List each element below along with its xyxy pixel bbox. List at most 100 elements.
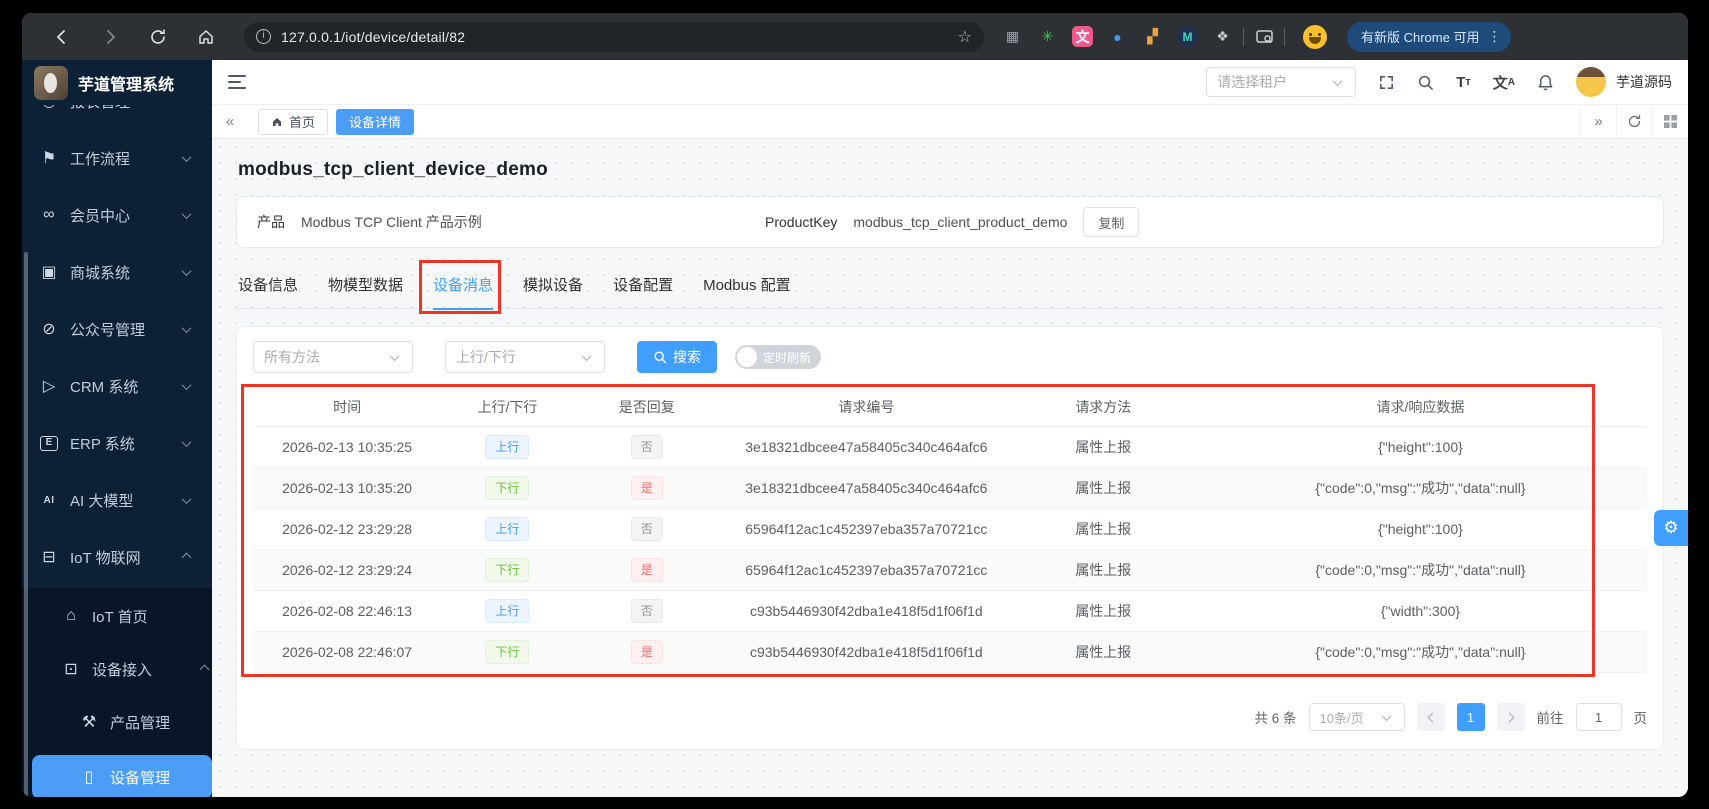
sidebar-item-member-center[interactable]: ∞ 会员中心 bbox=[36, 195, 198, 235]
cell-request-id: 65964f12ac1c452397eba357a70721cc bbox=[745, 562, 988, 578]
page-tag-label: 首页 bbox=[289, 115, 316, 130]
theme-settings-button[interactable]: ⚙ bbox=[1654, 510, 1688, 546]
page-tag-1[interactable]: 设备详情 bbox=[336, 108, 415, 135]
broom-extension-icon[interactable]: ▞ bbox=[1142, 26, 1163, 47]
sidebar-item-product-management[interactable]: ⚒ 产品管理 bbox=[22, 702, 212, 742]
tenant-placeholder: 请选择租户 bbox=[1217, 74, 1288, 90]
username: 芋道源码 bbox=[1616, 74, 1672, 90]
tab-modbus-config[interactable]: Modbus 配置 bbox=[703, 274, 791, 295]
tab-simulate-device[interactable]: 模拟设备 bbox=[523, 274, 583, 295]
reload-icon[interactable] bbox=[148, 27, 168, 47]
sidebar-item-label: 工作流程 bbox=[70, 150, 131, 168]
apps-grid-extension-icon[interactable]: ▦ bbox=[1002, 26, 1023, 47]
tenant-select[interactable]: 请选择租户 bbox=[1206, 67, 1357, 97]
cell-request-id: c93b5446930f42dba1e418f5d1f06f1d bbox=[749, 644, 983, 660]
column-header: 上行/下行 bbox=[477, 398, 538, 415]
home-icon[interactable] bbox=[196, 27, 216, 47]
site-info-icon[interactable]: i bbox=[256, 29, 271, 44]
sidebar-item-workflow[interactable]: ⚑ 工作流程 bbox=[36, 138, 198, 178]
cell-reply: 是 bbox=[574, 640, 720, 664]
profile-avatar-icon[interactable] bbox=[1303, 24, 1327, 49]
refresh-page-icon[interactable] bbox=[1616, 105, 1652, 138]
chevron-down-icon bbox=[181, 436, 192, 447]
tab-device-info[interactable]: 设备信息 bbox=[238, 274, 298, 295]
filter-row: 所有方法 上行/下行 搜索 定时刷新 bbox=[253, 341, 1647, 373]
sidebar-scrollbar[interactable] bbox=[24, 252, 28, 797]
m-extension-icon[interactable]: M bbox=[1177, 26, 1198, 47]
sidebar-item-mall[interactable]: ▣ 商城系统 bbox=[36, 252, 198, 292]
ai-icon: AI bbox=[43, 494, 55, 506]
sidebar-item-erp[interactable]: E ERP 系统 bbox=[36, 423, 198, 463]
erp-icon: E bbox=[40, 435, 58, 451]
cell-time: 2026-02-13 10:35:25 bbox=[282, 439, 413, 455]
app-logo bbox=[34, 65, 68, 100]
scroll-tags-right-icon[interactable]: » bbox=[1580, 105, 1616, 138]
user-avatar[interactable] bbox=[1576, 67, 1606, 97]
sidebar-item-label: CRM 系统 bbox=[70, 378, 139, 396]
font-size-icon[interactable]: Tт bbox=[1456, 74, 1471, 91]
direction-select[interactable]: 上行/下行 bbox=[445, 341, 605, 373]
url-text: 127.0.0.1/iot/device/detail/82 bbox=[281, 28, 466, 45]
sidebar-item-label: IoT 首页 bbox=[92, 608, 148, 626]
tab-device-config[interactable]: 设备配置 bbox=[613, 274, 673, 295]
product-value: Modbus TCP Client 产品示例 bbox=[301, 214, 482, 230]
cell-direction: 下行 bbox=[441, 476, 573, 500]
search-button[interactable]: 搜索 bbox=[637, 341, 717, 373]
search-icon[interactable] bbox=[1417, 74, 1434, 91]
column-header: 是否回复 bbox=[618, 398, 675, 415]
prev-page-button[interactable] bbox=[1416, 703, 1445, 731]
fullscreen-icon[interactable] bbox=[1378, 74, 1395, 91]
page-size-select[interactable]: 10条/页 bbox=[1308, 703, 1405, 731]
goto-page-input[interactable] bbox=[1575, 703, 1622, 731]
address-bar[interactable]: i 127.0.0.1/iot/device/detail/82 ☆ bbox=[244, 21, 984, 52]
sidebar-item-device-management[interactable]: ▯ 设备管理 bbox=[32, 755, 212, 797]
sidebar-item-device-access[interactable]: ⊡ 设备接入 bbox=[22, 649, 212, 689]
pin-extension-icon[interactable]: ● bbox=[1107, 26, 1128, 47]
status-badge: 否 bbox=[630, 517, 663, 541]
sidebar-item-iot-home[interactable]: ⌂ IoT 首页 bbox=[22, 596, 212, 636]
method-select[interactable]: 所有方法 bbox=[253, 341, 413, 373]
scroll-tags-left-icon[interactable]: « bbox=[212, 105, 248, 138]
toolbar-divider bbox=[1243, 27, 1244, 46]
layout-grid-icon[interactable] bbox=[1652, 105, 1688, 138]
tab-device-messages[interactable]: 设备消息 bbox=[419, 260, 502, 314]
green-star-extension-icon[interactable]: ✳ bbox=[1037, 26, 1058, 47]
forward-icon[interactable] bbox=[100, 27, 120, 47]
sidebar-item-ai[interactable]: AI AI 大模型 bbox=[36, 480, 198, 520]
chrome-update-button[interactable]: 有新版 Chrome 可用 ⋮ bbox=[1347, 21, 1512, 52]
cell-time: 2026-02-12 23:29:24 bbox=[282, 562, 413, 578]
sidebar-item-crm[interactable]: ▷ CRM 系统 bbox=[36, 366, 198, 406]
cell-direction: 上行 bbox=[441, 517, 573, 541]
page-tag-0[interactable]: 首页 bbox=[258, 108, 329, 135]
cell-direction: 上行 bbox=[441, 435, 573, 459]
next-page-button[interactable] bbox=[1496, 703, 1525, 731]
sidebar-item-label: 公众号管理 bbox=[70, 321, 146, 339]
puzzle-extensions-icon[interactable]: ❖ bbox=[1212, 26, 1233, 47]
notification-bell-icon[interactable] bbox=[1537, 74, 1554, 91]
browser-menu-icon[interactable]: ⋮ bbox=[1487, 28, 1501, 45]
translate-extension-icon[interactable]: 文 bbox=[1072, 26, 1093, 47]
tag-bar: « 首页 设备详情 » bbox=[212, 105, 1688, 139]
sidebar-item-iot[interactable]: ⊟ IoT 物联网 bbox=[36, 537, 198, 577]
tab-thing-model-data[interactable]: 物模型数据 bbox=[328, 274, 403, 295]
column-header: 请求方法 bbox=[1075, 398, 1132, 415]
product-info-card: 产品 Modbus TCP Client 产品示例 ProductKey mod… bbox=[236, 196, 1664, 248]
cell-request-id: 65964f12ac1c452397eba357a70721cc bbox=[745, 521, 988, 537]
screenshot-tool-icon[interactable] bbox=[1254, 27, 1274, 47]
sidebar-item-wechat-mp[interactable]: ⊘ 公众号管理 bbox=[36, 309, 198, 349]
table-row: 2026-02-13 10:35:20 下行 是 3e18321dbcee47a584… bbox=[253, 468, 1647, 509]
copy-button[interactable]: 复制 bbox=[1083, 207, 1140, 237]
locale-icon[interactable]: 文A bbox=[1493, 72, 1515, 93]
product-label: 产品 bbox=[257, 214, 285, 230]
collapse-menu-icon[interactable] bbox=[228, 75, 246, 89]
sidebar-item-label: AI 大模型 bbox=[70, 492, 134, 510]
auto-refresh-toggle[interactable]: 定时刷新 bbox=[735, 345, 822, 369]
page-1-button[interactable]: 1 bbox=[1456, 703, 1485, 731]
app-logo-row[interactable]: 芋道管理系统 bbox=[22, 60, 212, 105]
cell-time: 2026-02-12 23:29:28 bbox=[282, 521, 413, 537]
status-badge: 上行 bbox=[485, 599, 530, 623]
bookmark-star-icon[interactable]: ☆ bbox=[958, 27, 972, 47]
method-placeholder: 所有方法 bbox=[264, 349, 320, 365]
cell-time: 2026-02-13 10:35:20 bbox=[282, 480, 413, 496]
back-icon[interactable] bbox=[52, 27, 72, 47]
